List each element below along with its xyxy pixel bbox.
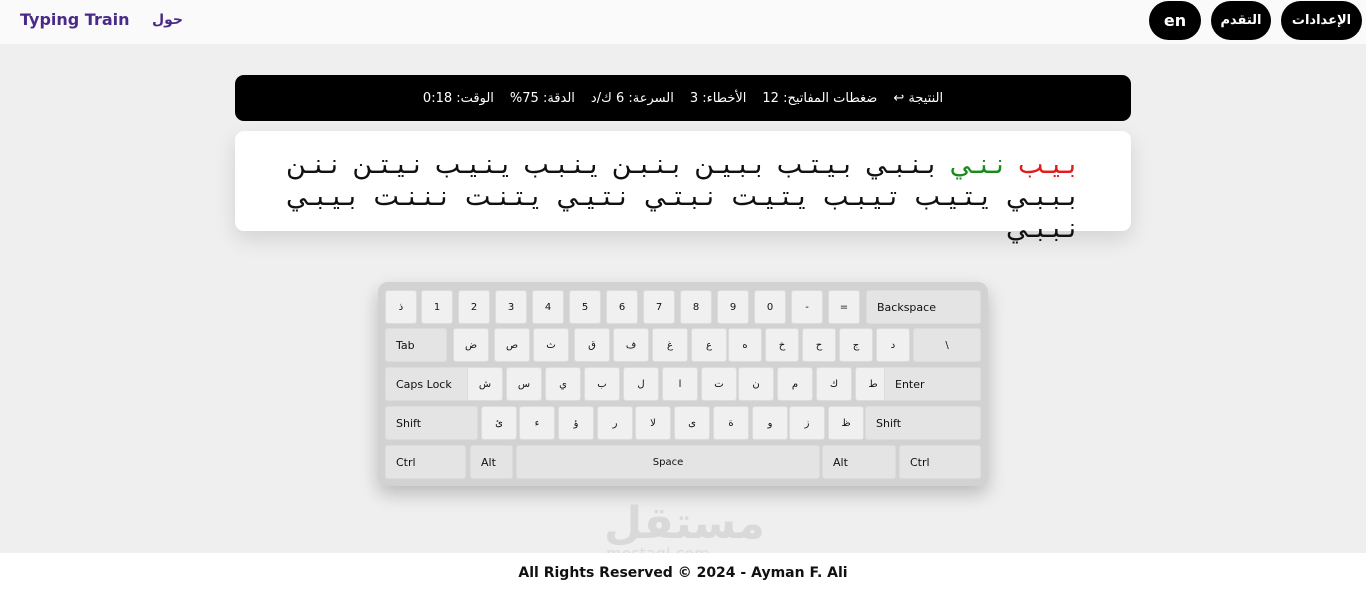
time-stat: الوقت: 0:18 — [422, 90, 494, 106]
progress-button[interactable]: التقدم — [1211, 1, 1271, 40]
accuracy-stat: الدقة: 75% — [509, 90, 575, 106]
key-row2-5[interactable]: ف — [613, 328, 649, 362]
settings-button[interactable]: الإعدادات — [1281, 1, 1362, 40]
speed-stat: السرعة: 6 ك/د — [590, 90, 674, 106]
key-row2-10[interactable]: ح — [802, 328, 836, 362]
footer: All Rights Reserved © 2024 - Ayman F. Al… — [0, 553, 1366, 589]
key-row4-11[interactable]: Shift — [865, 406, 981, 440]
key-row3-9[interactable]: م — [777, 367, 813, 401]
key-row4-2[interactable]: ء — [519, 406, 555, 440]
key-row3-6[interactable]: ا — [662, 367, 698, 401]
keystrokes-stat: ضغطات المفاتيح: 12 — [762, 90, 878, 106]
key-row1-3[interactable]: 3 — [495, 290, 527, 324]
key-row3-3[interactable]: ي — [545, 367, 581, 401]
key-row4-6[interactable]: ى — [674, 406, 710, 440]
key-row3-8[interactable]: ن — [738, 367, 774, 401]
key-row1-7[interactable]: 7 — [643, 290, 675, 324]
brand-logo[interactable]: Typing Train — [20, 10, 130, 29]
key-row2-12[interactable]: د — [876, 328, 910, 362]
key-row2-13[interactable]: \ — [913, 328, 981, 362]
key-row4-1[interactable]: ئ — [481, 406, 517, 440]
copyright-text: All Rights Reserved © 2024 - Ayman F. Al… — [518, 565, 848, 581]
virtual-keyboard: ذ 1 2 3 4 5 6 7 8 9 0- = Backspace Tab ض ص ث ق ف غ ع ه خ ح ج د \ Ca… — [378, 282, 988, 486]
language-toggle-button[interactable]: en — [1149, 1, 1201, 40]
key-row3-1[interactable]: ش — [467, 367, 503, 401]
key-row1-13[interactable]: Backspace — [866, 290, 981, 324]
key-row1-5[interactable]: 5 — [569, 290, 601, 324]
key-row4-8[interactable]: و — [752, 406, 788, 440]
key-row2-0[interactable]: Tab — [385, 328, 447, 362]
key-row3-10[interactable]: ك — [816, 367, 852, 401]
key-row1-0[interactable]: ذ — [385, 290, 417, 324]
key-row3-7[interactable]: ت — [701, 367, 737, 401]
key-row1-9[interactable]: 9 — [717, 290, 749, 324]
remaining-text-line1: بـنـبـي بـيـتـب بـبـيـن بـنـبـن يـنـبـب … — [286, 149, 936, 180]
key-row1-12[interactable]: = — [828, 290, 860, 324]
typed-word-correct: نـنـي — [949, 149, 1004, 180]
key-row5-4[interactable]: Ctrl — [899, 445, 981, 479]
key-row3-5[interactable]: ل — [623, 367, 659, 401]
result-label: النتيجة ↩ — [893, 90, 944, 106]
key-row3-0[interactable]: Caps Lock — [385, 367, 473, 401]
key-row4-7[interactable]: ة — [713, 406, 749, 440]
key-row5-3[interactable]: Alt — [822, 445, 896, 479]
about-link[interactable]: حول — [152, 12, 183, 28]
key-row5-0[interactable]: Ctrl — [385, 445, 466, 479]
key-row2-3[interactable]: ث — [533, 328, 569, 362]
current-word-error: بـيـب — [1017, 149, 1076, 180]
key-row2-7[interactable]: ع — [691, 328, 727, 362]
key-row1-8[interactable]: 8 — [680, 290, 712, 324]
key-row4-0[interactable]: Shift — [385, 406, 478, 440]
key-row4-5[interactable]: لا — [635, 406, 671, 440]
key-row1-10[interactable]: 0 — [754, 290, 786, 324]
mostaql-watermark: مستقل mostaql.com — [604, 498, 765, 563]
key-row1-4[interactable]: 4 — [532, 290, 564, 324]
key-row3-2[interactable]: س — [506, 367, 542, 401]
key-row3-4[interactable]: ب — [584, 367, 620, 401]
key-row1-1[interactable]: 1 — [421, 290, 453, 324]
key-row2-9[interactable]: خ — [765, 328, 799, 362]
key-row2-2[interactable]: ص — [494, 328, 530, 362]
key-row2-8[interactable]: ه — [728, 328, 762, 362]
errors-stat: الأخطاء: 3 — [689, 90, 747, 106]
key-row3-12[interactable]: Enter — [884, 367, 981, 401]
key-row1-6[interactable]: 6 — [606, 290, 638, 324]
remaining-text-line2: بـبـبـي يـتـيـب تـيـبـب يـتـيـت نـبـتـي … — [286, 181, 1076, 244]
watermark-arabic: مستقل — [604, 498, 765, 549]
key-row5-2[interactable]: Space — [516, 445, 820, 479]
key-row1-2[interactable]: 2 — [458, 290, 490, 324]
key-row2-11[interactable]: ج — [839, 328, 873, 362]
key-row4-4[interactable]: ر — [597, 406, 633, 440]
key-row1-11[interactable]: - — [791, 290, 823, 324]
key-row4-10[interactable]: ظ — [828, 406, 864, 440]
key-row2-1[interactable]: ض — [453, 328, 489, 362]
stats-bar: النتيجة ↩ ضغطات المفاتيح: 12 الأخطاء: 3 … — [235, 75, 1131, 121]
top-navbar: Typing Train حول الإعدادات التقدم en — [0, 0, 1366, 44]
key-row5-1[interactable]: Alt — [470, 445, 513, 479]
key-row4-3[interactable]: ؤ — [558, 406, 594, 440]
key-row4-9[interactable]: ز — [789, 406, 825, 440]
practice-text-panel[interactable]: بـيـب نـنـي بـنـبـي بـيـتـب بـبـيـن بـنـ… — [235, 131, 1131, 244]
key-row2-6[interactable]: غ — [652, 328, 688, 362]
practice-text: بـيـب نـنـي بـنـبـي بـيـتـب بـبـيـن بـنـ… — [286, 149, 1076, 245]
key-row2-4[interactable]: ق — [574, 328, 610, 362]
